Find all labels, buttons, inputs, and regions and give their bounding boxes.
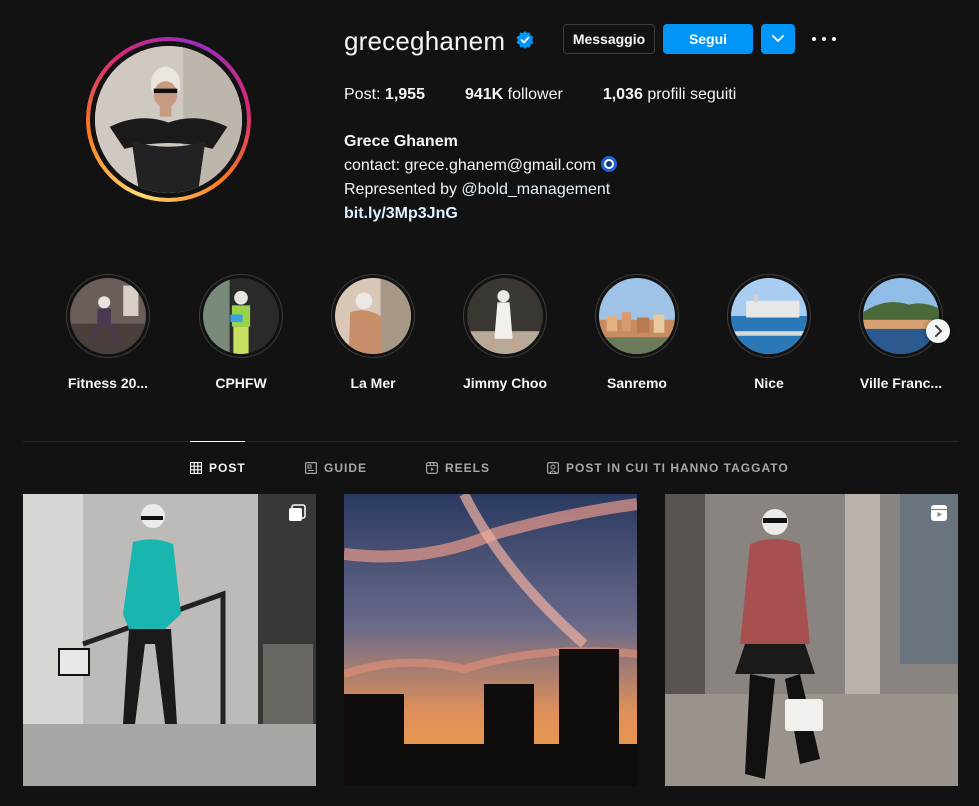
bio-contact-line: contact: grece.ghanem@gmail.com [344,154,617,178]
message-button[interactable]: Messaggio [563,24,655,54]
highlight-fitness[interactable]: Fitness 20... [42,274,174,391]
evil-eye-icon [600,156,617,172]
more-options-icon[interactable] [812,30,836,48]
highlight-thumbnail [863,278,939,354]
tagged-icon [547,462,559,474]
highlight-label: CPHFW [215,375,267,391]
reel-icon [931,505,947,521]
bio-represented-prefix: Represented by [344,181,462,198]
followers-count-value: 941K [464,86,504,103]
post-image [344,494,637,786]
highlight-label: Fitness 20... [67,375,149,391]
chevron-right-icon [935,325,942,337]
avatar-photo [95,46,242,193]
bio-external-link[interactable]: bit.ly/3Mp3JnG [344,202,617,226]
profile-full-name: Grece Ghanem [344,133,458,150]
posts-count: Post: 1,955 [344,86,425,104]
bio-contact-text: contact: grece.ghanem@gmail.com [344,157,596,174]
profile-bio: Grece Ghanem contact: grece.ghanem@gmail… [344,130,617,226]
highlights-next-button[interactable] [926,319,950,343]
tab-tagged[interactable]: POST IN CUI TI HANNO TAGGATO [547,461,789,475]
tab-post[interactable]: POST [190,461,246,475]
highlight-label: La Mer [350,375,396,391]
post-thumbnail[interactable] [344,494,637,786]
post-image [23,494,316,786]
profile-stats: Post: 1,955 941K follower 1,036 profili … [344,86,776,104]
profile-avatar[interactable] [86,37,251,202]
highlight-label: Sanremo [607,375,667,391]
followers-count[interactable]: 941K follower [465,86,563,104]
highlight-jimmy-choo[interactable]: Jimmy Choo [439,274,571,391]
guide-icon [305,462,317,474]
highlight-thumbnail [335,278,411,354]
highlight-thumbnail [467,278,543,354]
highlight-nice[interactable]: Nice [703,274,835,391]
highlight-label: Nice [754,375,784,391]
tab-label: GUIDE [324,461,368,475]
tabs-divider [23,441,958,442]
following-count[interactable]: 1,036 profili seguiti [603,86,736,104]
posts-count-value: 1,955 [384,86,425,103]
highlight-cphfw[interactable]: CPHFW [175,274,307,391]
bio-represented-line: Represented by @bold_management [344,178,617,202]
tab-label: POST IN CUI TI HANNO TAGGATO [566,461,789,475]
posts-count-label: Post: [344,86,381,103]
post-thumbnail[interactable] [665,494,958,786]
highlight-label: Ville Franc... [859,375,943,391]
bio-mention-link[interactable]: @bold_management [461,181,610,198]
highlight-la-mer[interactable]: La Mer [307,274,439,391]
highlight-thumbnail [203,278,279,354]
following-count-label: profili seguiti [647,86,737,103]
carousel-icon [289,504,306,521]
suggested-dropdown-button[interactable] [761,24,795,54]
tab-label: POST [209,461,246,475]
highlight-thumbnail [70,278,146,354]
followers-count-label: follower [507,86,563,103]
highlight-label: Jimmy Choo [462,375,547,391]
highlight-thumbnail [731,278,807,354]
tab-label: REELS [445,461,491,475]
following-count-value: 1,036 [602,86,643,103]
follow-button[interactable]: Segui [663,24,753,54]
tab-guide[interactable]: GUIDE [305,461,367,475]
highlight-thumbnail [599,278,675,354]
profile-username: greceghanem [344,26,506,56]
highlight-sanremo[interactable]: Sanremo [571,274,703,391]
post-image [665,494,958,786]
verified-badge-icon [516,31,534,49]
reels-icon [426,462,438,474]
grid-icon [190,462,202,474]
chevron-down-icon [772,35,784,43]
post-thumbnail[interactable] [23,494,316,786]
active-tab-indicator [190,441,245,442]
tab-reels[interactable]: REELS [426,461,490,475]
